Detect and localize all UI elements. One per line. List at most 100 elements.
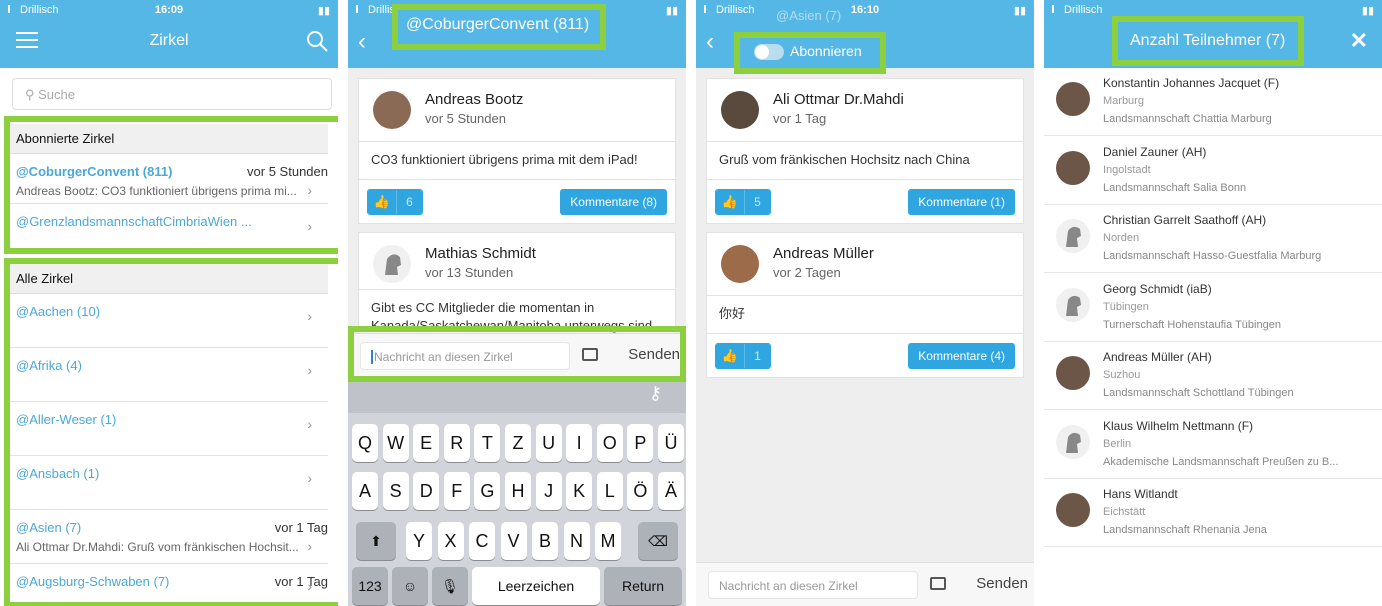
post-card: Ali Ottmar Dr.Mahdi vor 1 Tag Gruß vom f…: [706, 78, 1024, 224]
member-city: Tübingen: [1103, 300, 1149, 313]
key-m[interactable]: M: [595, 522, 621, 560]
key-y[interactable]: Y: [406, 522, 432, 560]
key-i[interactable]: I: [566, 424, 593, 462]
key-ä[interactable]: Ä: [658, 472, 684, 510]
member-city: Norden: [1103, 232, 1140, 244]
status-bar: Drillisch 16:09 ▮▮: [0, 0, 338, 20]
post-card: Andreas Müller vor 2 Tagen 你好 👍 1 Komment…: [706, 232, 1024, 378]
key-u[interactable]: U: [535, 424, 562, 462]
post-time: vor 13 Stunden: [425, 265, 514, 280]
key-z[interactable]: Z: [505, 424, 531, 462]
carrier-name: Drillisch: [1064, 4, 1103, 16]
close-icon[interactable]: ✕: [1350, 28, 1368, 54]
status-time: 16:09: [154, 4, 184, 16]
member-name: Konstantin Johannes Jacquet (F): [1103, 76, 1280, 90]
space-key[interactable]: Leerzeichen: [472, 567, 600, 605]
avatar: [1056, 424, 1090, 459]
member-name: Klaus Wilhelm Nettmann (F): [1103, 418, 1254, 433]
comments-button[interactable]: Kommentare (8): [560, 189, 667, 215]
like-button[interactable]: 👍 5: [715, 189, 771, 215]
like-button[interactable]: 👍 1: [715, 343, 771, 369]
person-silhouette-icon: [1066, 226, 1081, 247]
emoji-icon: ☺: [402, 578, 418, 594]
highlight-subscribe: [734, 32, 886, 74]
post-time: vor 5 Stunden: [425, 111, 506, 126]
post-card: Andreas Bootz vor 5 Stunden CO3 funktion…: [358, 78, 676, 224]
avatar: [1056, 493, 1090, 527]
key-c[interactable]: C: [469, 522, 495, 560]
search-input[interactable]: ⚲ Suche: [12, 78, 332, 110]
avatar: [721, 91, 759, 129]
dictation-key[interactable]: 🎙: [432, 567, 468, 605]
image-icon[interactable]: [930, 577, 946, 590]
member-city: Ingolstadt: [1103, 163, 1151, 176]
post-text: Gruß vom fränkischen Hochsitz nach China: [719, 152, 970, 167]
key-k[interactable]: K: [566, 472, 593, 510]
send-button[interactable]: Senden: [976, 575, 1028, 592]
post-text: 你好: [719, 306, 746, 321]
battery-icon: ▮▮: [317, 5, 330, 17]
member-row[interactable]: Klaus Wilhelm Nettmann (F) Berlin Akademis…: [1044, 410, 1382, 479]
back-icon[interactable]: ‹: [358, 28, 366, 56]
key-s[interactable]: S: [382, 472, 409, 510]
key-h[interactable]: H: [505, 472, 531, 510]
return-key[interactable]: Return: [604, 567, 682, 605]
battery-icon: ▮▮: [665, 5, 678, 17]
numbers-key[interactable]: 123: [352, 567, 388, 605]
key-n[interactable]: N: [563, 522, 590, 560]
member-city: Berlin: [1103, 437, 1132, 450]
member-organization: Landsmannschaft Schottland Tübingen: [1103, 387, 1294, 399]
member-organization: Landsmannschaft Rhenania Jena: [1103, 524, 1267, 536]
like-button[interactable]: 👍 6: [367, 189, 423, 215]
key-b[interactable]: B: [532, 522, 558, 560]
key-w[interactable]: W: [382, 424, 409, 462]
message-input[interactable]: Nachricht an diesen Zirkel: [708, 571, 918, 599]
key-l[interactable]: L: [596, 472, 623, 510]
key-e[interactable]: E: [413, 424, 440, 462]
comments-button[interactable]: Kommentare (4): [908, 343, 1015, 369]
avatar: [1056, 356, 1090, 390]
member-row[interactable]: Georg Schmidt (iaB) Tübingen Turnerschaft …: [1044, 273, 1382, 342]
signal-icon: [356, 5, 366, 13]
key-icon[interactable]: ⚷: [649, 383, 662, 404]
key-f[interactable]: F: [443, 472, 470, 510]
page-title: @Asien (7): [776, 8, 842, 23]
person-silhouette-icon: [385, 254, 401, 275]
search-icon[interactable]: [306, 30, 328, 52]
shift-key[interactable]: ⬆: [356, 522, 396, 560]
screen-circle-feed: Drillisch 16:10 ▮▮ ‹ @Asien (7) Abonnier…: [696, 0, 1034, 606]
member-row[interactable]: Konstantin Johannes Jacquet (F) Marburg La…: [1044, 68, 1382, 136]
highlight-title: [392, 4, 606, 50]
member-row[interactable]: Daniel Zauner (AH) Ingolstadt Landsmannsch…: [1044, 136, 1382, 205]
back-icon[interactable]: ‹: [706, 28, 714, 56]
backspace-key[interactable]: ⌫: [638, 522, 678, 560]
member-row[interactable]: Hans Witlandt Eichstätt Landsmannschaft Rh…: [1044, 479, 1382, 547]
key-j[interactable]: J: [535, 472, 562, 510]
key-o[interactable]: O: [596, 424, 623, 462]
key-d[interactable]: D: [413, 472, 440, 510]
avatar: [1056, 150, 1090, 185]
member-row[interactable]: Andreas Müller (AH) Suzhou Landsmannschaft…: [1044, 342, 1382, 410]
post-author: Mathias Schmidt: [425, 245, 536, 262]
member-row[interactable]: Christian Garrelt Saathoff (AH) Norden Lan…: [1044, 205, 1382, 273]
key-v[interactable]: V: [500, 522, 527, 560]
key-g[interactable]: G: [474, 472, 501, 510]
member-organization: Landsmannschaft Chattia Marburg: [1103, 113, 1272, 125]
key-r[interactable]: R: [443, 424, 470, 462]
key-ü[interactable]: Ü: [658, 424, 684, 462]
comments-button[interactable]: Kommentare (1): [908, 189, 1015, 215]
person-silhouette-icon: [1066, 295, 1081, 316]
key-a[interactable]: A: [352, 472, 378, 510]
member-city: Marburg: [1103, 95, 1144, 107]
like-count: 6: [396, 190, 422, 214]
key-p[interactable]: P: [627, 424, 654, 462]
key-q[interactable]: Q: [352, 424, 378, 462]
highlight-title: [1112, 16, 1304, 66]
post-time: vor 2 Tagen: [773, 265, 841, 280]
key-x[interactable]: X: [437, 522, 464, 560]
thumbs-up-icon: 👍: [368, 190, 396, 214]
key-t[interactable]: T: [474, 424, 501, 462]
emoji-key[interactable]: ☺: [392, 567, 428, 605]
key-ö[interactable]: Ö: [627, 472, 654, 510]
keyboard: ⚷ QWERTZUIOPÜ ASDFGHJKLÖÄ YXCVBNM ⬆ ⌫ 12…: [348, 377, 686, 606]
